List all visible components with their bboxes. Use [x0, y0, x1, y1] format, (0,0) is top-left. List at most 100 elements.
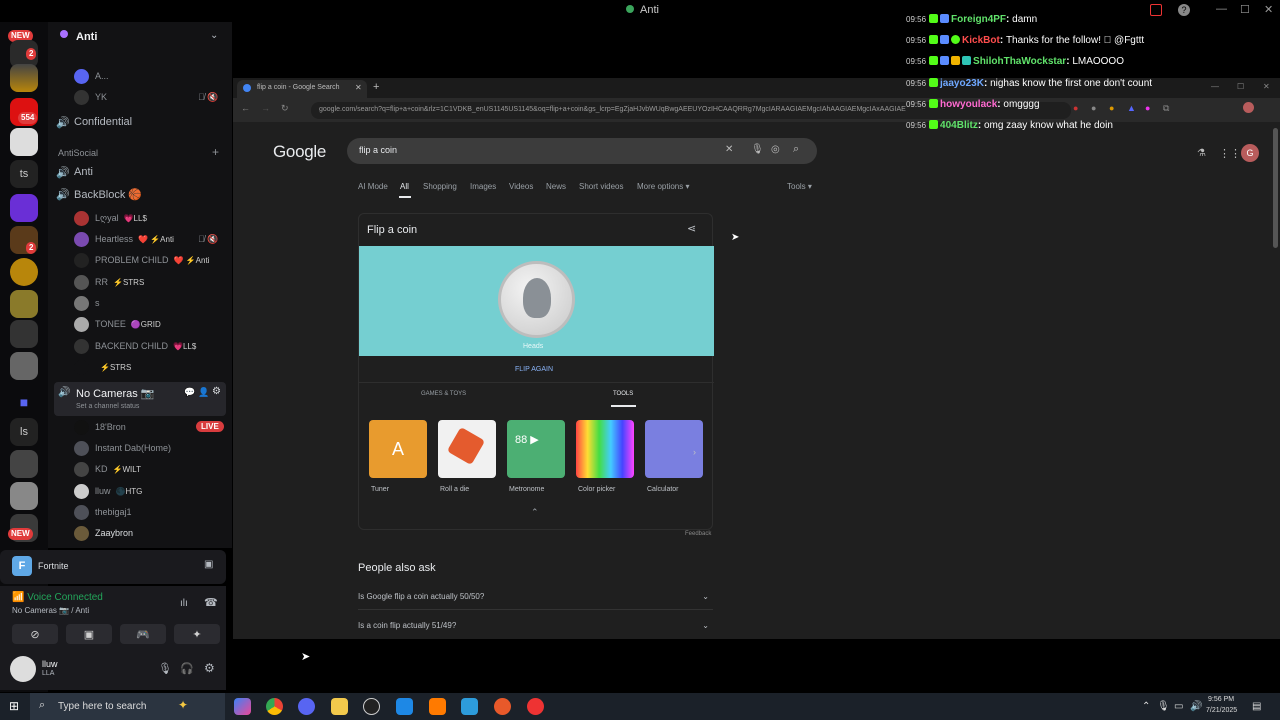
server-icon[interactable]: ls	[10, 418, 38, 446]
tab-news[interactable]: News	[546, 182, 566, 191]
gear-icon[interactable]: ⚙	[212, 386, 221, 397]
server-icon[interactable]	[10, 258, 38, 286]
voice-user[interactable]: PROBLEM CHILD ❤️ ⚡Anti	[74, 250, 209, 270]
tab-videos[interactable]: Videos	[509, 182, 533, 191]
question-item[interactable]: Is Google flip a coin actually 50/50? ⌄	[358, 592, 713, 601]
account-avatar[interactable]: G	[1241, 144, 1259, 162]
microphone-icon[interactable]: 🎙	[1157, 701, 1170, 712]
chat-icon[interactable]: 💬	[184, 387, 195, 398]
tab-all[interactable]: All	[400, 182, 409, 191]
voice-user[interactable]: Lღyal 💗LL$	[74, 208, 147, 228]
voice-user[interactable]: 18'Bron	[74, 417, 126, 437]
chevron-up-icon[interactable]: ⌃	[1142, 701, 1150, 712]
channel-backblock[interactable]: 🔊 BackBlock 🏀	[56, 184, 226, 204]
search-box[interactable]: ⌕ Type here to search ✦	[30, 693, 225, 720]
server-icon[interactable]	[10, 320, 38, 348]
chrome-icon[interactable]	[266, 698, 283, 715]
disconnect-icon[interactable]: ☎	[204, 596, 218, 609]
question-item[interactable]: Is a coin flip actually 51/49? ⌄	[358, 621, 713, 630]
maximize-button[interactable]: ☐	[1237, 82, 1244, 91]
server-icon[interactable]	[10, 194, 38, 222]
close-tab-icon[interactable]: ✕	[355, 83, 362, 92]
close-button[interactable]: ✕	[1264, 3, 1273, 16]
voice-user[interactable]: Heartless ❤️ ⚡Anti	[74, 229, 174, 249]
reload-icon[interactable]: ↻	[281, 103, 289, 114]
tab-images[interactable]: Images	[470, 182, 496, 191]
tool-metronome[interactable]: 88 ▶ Metronome	[507, 420, 565, 493]
soundboard-button[interactable]: ✦	[174, 624, 220, 644]
back-icon[interactable]: ←	[241, 103, 250, 113]
fortnite-icon[interactable]	[461, 698, 478, 715]
voice-status[interactable]: 📶 Voice Connected	[12, 592, 103, 603]
gear-icon[interactable]: ⚙	[204, 661, 215, 675]
screen-share-button[interactable]: ▣	[66, 624, 112, 644]
avatar[interactable]	[10, 656, 36, 682]
notifications-icon[interactable]: ▤	[1252, 701, 1261, 712]
browser-tab[interactable]: flip a coin - Google Search ✕	[237, 80, 367, 98]
tool-color-picker[interactable]: Color picker	[576, 420, 634, 493]
new-tab-icon[interactable]: +	[373, 81, 379, 93]
server-icon[interactable]: ts	[10, 160, 38, 188]
chevron-down-icon[interactable]: ⌄	[210, 30, 218, 41]
stream-icon[interactable]: ▣	[204, 559, 213, 570]
tab-tools[interactable]: TOOLS	[613, 391, 633, 397]
server-icon[interactable]	[10, 290, 38, 318]
username[interactable]: lluw	[42, 659, 58, 669]
server-icon[interactable]	[10, 450, 38, 478]
app-icon[interactable]	[363, 698, 380, 715]
discord-icon[interactable]	[298, 698, 315, 715]
add-channel-icon[interactable]: +	[212, 145, 219, 159]
channel-no-cameras[interactable]: 🔊 No Cameras 📷 Set a channel status 💬 👤 …	[54, 382, 226, 416]
chevron-up-icon[interactable]: ⌃	[531, 507, 539, 518]
scrollbar[interactable]	[1273, 128, 1278, 248]
activities-button[interactable]: 🎮	[120, 624, 166, 644]
app-icon[interactable]	[429, 698, 446, 715]
store-icon[interactable]	[396, 698, 413, 715]
file-explorer-icon[interactable]	[331, 698, 348, 715]
voice-user[interactable]: Zaaybron	[74, 523, 133, 543]
channel-status[interactable]: Set a channel status	[76, 403, 139, 410]
network-icon[interactable]: ▭	[1174, 701, 1183, 712]
server-icon[interactable]	[10, 128, 38, 156]
clear-icon[interactable]: ✕	[725, 144, 733, 155]
share-icon[interactable]: ⋖	[687, 222, 696, 235]
clock-date[interactable]: 7/21/2025	[1206, 707, 1237, 714]
forward-icon[interactable]: →	[261, 103, 270, 113]
tool-roll-a-die[interactable]: Roll a die	[438, 420, 496, 493]
tab-games-toys[interactable]: GAMES & TOYS	[421, 391, 466, 397]
lens-icon[interactable]: ◎	[771, 144, 780, 155]
voice-user[interactable]: RR ⚡STRS	[74, 272, 144, 292]
tab-more-options[interactable]: More options ▾	[637, 182, 689, 191]
maximize-button[interactable]: ☐	[1240, 3, 1250, 16]
add-user-icon[interactable]: 👤	[198, 387, 209, 398]
close-button[interactable]: ✕	[1263, 82, 1270, 91]
server-icon[interactable]	[10, 64, 38, 92]
voice-user[interactable]: Instant Dab(Home)	[74, 438, 171, 458]
channel-confidential[interactable]: 🔊 Confidential	[56, 112, 226, 132]
server-name[interactable]: Anti	[76, 31, 97, 43]
clock-time[interactable]: 9:56 PM	[1208, 696, 1234, 703]
voice-user[interactable]: thebigaj1	[74, 502, 132, 522]
server-icon[interactable]	[10, 352, 38, 380]
channel-anti[interactable]: 🔊 Anti	[56, 162, 226, 182]
profile-icon[interactable]	[1243, 102, 1254, 113]
voice-user[interactable]: lluw 🌑HTG	[74, 481, 142, 501]
voice-user[interactable]: TONEE 🟣GRID	[74, 314, 161, 334]
obs-icon[interactable]	[527, 698, 544, 715]
folder-icon[interactable]: ■	[10, 388, 38, 416]
headphones-icon[interactable]: 🎧	[180, 662, 194, 675]
voice-user[interactable]: s	[74, 293, 100, 313]
microphone-icon[interactable]: 🎙	[158, 662, 172, 675]
app-icon[interactable]	[494, 698, 511, 715]
tab-shopping[interactable]: Shopping	[423, 182, 457, 191]
flip-again-button[interactable]: FLIP AGAIN	[515, 366, 553, 373]
voice-user[interactable]: A...	[74, 66, 109, 86]
voice-channel[interactable]: No Cameras 📷 / Anti	[12, 606, 89, 615]
game-activity[interactable]: F Fortnite ▣	[0, 550, 226, 584]
windows-start-icon[interactable]: ⊞	[9, 699, 19, 713]
tools-menu[interactable]: Tools ▾	[787, 182, 812, 191]
copilot-icon[interactable]	[234, 698, 251, 715]
category-header[interactable]: AntiSocial	[58, 148, 98, 158]
voice-user[interactable]: YK	[74, 87, 107, 107]
tab-ai-mode[interactable]: AI Mode	[358, 182, 388, 191]
